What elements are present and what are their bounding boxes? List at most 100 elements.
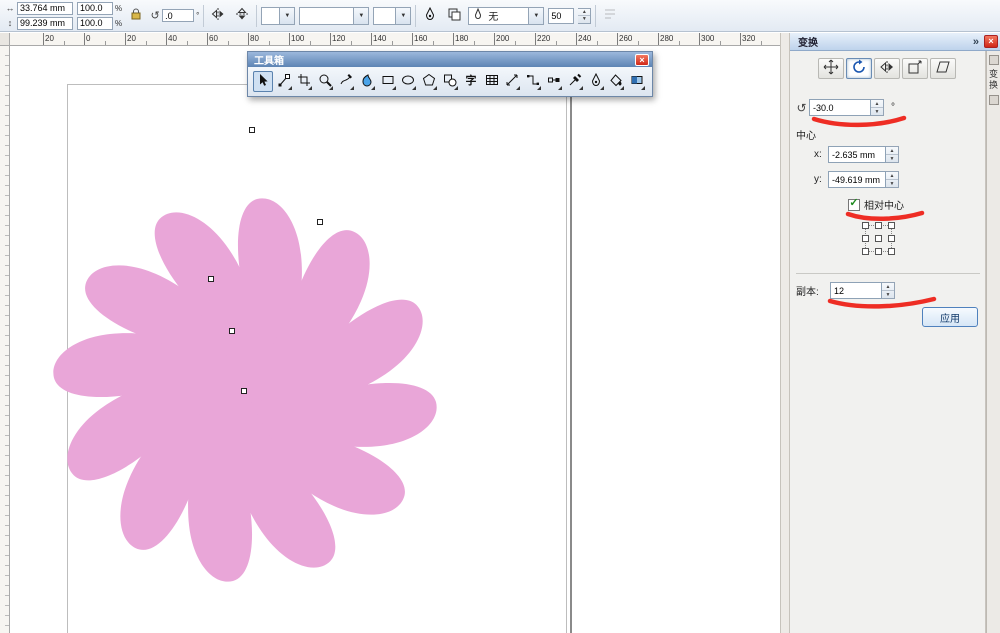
chevron-down-icon[interactable]: ▼ (395, 8, 410, 24)
object-width-input[interactable] (17, 2, 73, 15)
basic-shapes-tool-button[interactable] (440, 71, 460, 92)
table-tool-button[interactable] (482, 71, 502, 92)
fill-tool-button[interactable] (607, 71, 627, 92)
anchor-point-grid (862, 222, 896, 256)
small-combo[interactable]: ▼ (373, 7, 411, 25)
polygon-tool-button[interactable] (419, 71, 439, 92)
vertical-scrollbar[interactable] (780, 33, 790, 633)
selection-node-handle[interactable] (208, 276, 214, 282)
nudge-spinner-up-button[interactable]: ▲ (578, 9, 590, 17)
lock-ratio-button[interactable] (126, 6, 146, 26)
connector-tool-button[interactable] (523, 71, 543, 92)
docker-tab-icon[interactable] (989, 95, 999, 105)
drawing-canvas[interactable] (10, 46, 780, 633)
rectangle-tool-button[interactable] (378, 71, 398, 92)
smart-fill-tool-button[interactable] (357, 71, 377, 92)
selection-node-handle[interactable] (241, 388, 247, 394)
mirror-vertical-button[interactable] (232, 6, 252, 26)
anchor-point-checkbox[interactable] (875, 222, 882, 229)
position-tab-button[interactable] (818, 58, 844, 79)
ruler-tick (187, 41, 188, 45)
mirror-horizontal-button[interactable] (208, 6, 228, 26)
outline-pen-button[interactable] (420, 6, 440, 26)
selection-node-handle[interactable] (317, 219, 323, 225)
interactive-fill-tool-button[interactable] (627, 71, 647, 92)
center-y-spinner-up-button[interactable]: ▲ (886, 172, 898, 180)
freehand-tool-button[interactable] (336, 71, 356, 92)
copies-spinner-up-button[interactable]: ▲ (882, 283, 894, 291)
layers-button[interactable] (444, 6, 464, 26)
scale-x-input[interactable] (77, 2, 113, 15)
rotation-angle-spinner-up-button[interactable]: ▲ (871, 100, 883, 108)
units-combo[interactable]: ▼ (261, 7, 295, 25)
dimension-tool-button[interactable] (503, 71, 523, 92)
ruler-corner (0, 33, 10, 46)
center-x-spinner-up-button[interactable]: ▲ (886, 147, 898, 155)
check-mark-icon: ✓ (849, 198, 858, 209)
outline-pen-tool-button[interactable] (586, 71, 606, 92)
blend-tool-button[interactable] (544, 71, 564, 92)
toolbox-close-button[interactable]: × (635, 54, 649, 66)
flyout-indicator-icon (329, 86, 333, 90)
toolbox-title: 工具箱 (254, 52, 284, 67)
scale-mirror-tab-button[interactable] (874, 58, 900, 79)
anchor-point-checkbox[interactable] (875, 235, 882, 242)
size-tab-button[interactable] (902, 58, 928, 79)
anchor-point-checkbox[interactable] (862, 248, 869, 255)
docker-titlebar[interactable]: 变换 » × (790, 33, 1000, 51)
docker-close-button[interactable]: × (984, 35, 998, 48)
skew-tab-button[interactable] (930, 58, 956, 79)
ruler-tick (679, 41, 680, 45)
chevron-down-icon[interactable]: ▼ (353, 8, 368, 24)
selection-node-handle[interactable] (229, 328, 235, 334)
pick-tool-button[interactable] (253, 71, 273, 92)
anchor-point-checkbox[interactable] (862, 222, 869, 229)
separator (256, 5, 257, 27)
chevron-down-icon[interactable]: ▼ (528, 8, 543, 24)
ruler-tick (269, 41, 270, 45)
center-x-input[interactable] (828, 146, 886, 163)
rotation-angle-spinner: ▲▼ (871, 99, 884, 116)
center-y-input[interactable] (828, 171, 886, 188)
shape-tool-button[interactable] (274, 71, 294, 92)
selection-node-handle[interactable] (249, 127, 255, 133)
style-combo[interactable]: ▼ (299, 7, 369, 25)
anchor-point-checkbox[interactable] (875, 248, 882, 255)
rotation-angle-spinner-down-button[interactable]: ▼ (871, 108, 883, 115)
anchor-point-checkbox[interactable] (888, 248, 895, 255)
nudge-offset-input[interactable] (548, 8, 574, 24)
ruler-label: 100 (291, 34, 304, 43)
anchor-point-checkbox[interactable] (862, 235, 869, 242)
apply-button[interactable]: 应用 (922, 307, 978, 327)
rotation-angle-input[interactable] (162, 9, 194, 22)
anchor-point-checkbox[interactable] (888, 222, 895, 229)
zoom-tool-button[interactable] (315, 71, 335, 92)
chevron-down-icon[interactable]: ▼ (279, 8, 294, 24)
copies-input[interactable] (830, 282, 882, 299)
flyout-indicator-icon (579, 86, 583, 90)
transform-docker: ↺ ▲▼ ° 中心 x: ▲▼ y: ▲▼ ✓ 相对中心 副本: (790, 51, 986, 633)
anchor-point-checkbox[interactable] (888, 235, 895, 242)
outline-width-combo[interactable]: 无 ▼ (468, 7, 544, 25)
text-tool-button[interactable]: 字 (461, 71, 481, 92)
nudge-spinner-down-button[interactable]: ▼ (578, 16, 590, 23)
ellipse-tool-button[interactable] (399, 71, 419, 92)
mirror-vertical-icon (235, 7, 249, 24)
relative-center-checkbox[interactable]: ✓ (848, 199, 860, 211)
object-height-input[interactable] (17, 17, 73, 30)
center-x-spinner-down-button[interactable]: ▼ (886, 155, 898, 162)
scale-y-input[interactable] (77, 17, 113, 30)
crop-tool-button[interactable] (295, 71, 315, 92)
rotation-tab-icon (851, 59, 867, 78)
copies-spinner-down-button[interactable]: ▼ (882, 291, 894, 298)
docker-rotation-angle-input[interactable] (809, 99, 871, 116)
docker-chevron-button[interactable]: » (968, 36, 984, 48)
docker-tab-icon[interactable] (989, 55, 999, 65)
docker-tab-label[interactable]: 变换 (987, 69, 1000, 91)
ruler-label: 140 (373, 34, 386, 43)
rotation-tab-button[interactable] (846, 58, 872, 79)
nib-icon (469, 7, 485, 24)
eyedropper-tool-button[interactable] (565, 71, 585, 92)
center-y-spinner-down-button[interactable]: ▼ (886, 180, 898, 187)
toolbox-titlebar[interactable]: 工具箱 × (248, 52, 652, 67)
